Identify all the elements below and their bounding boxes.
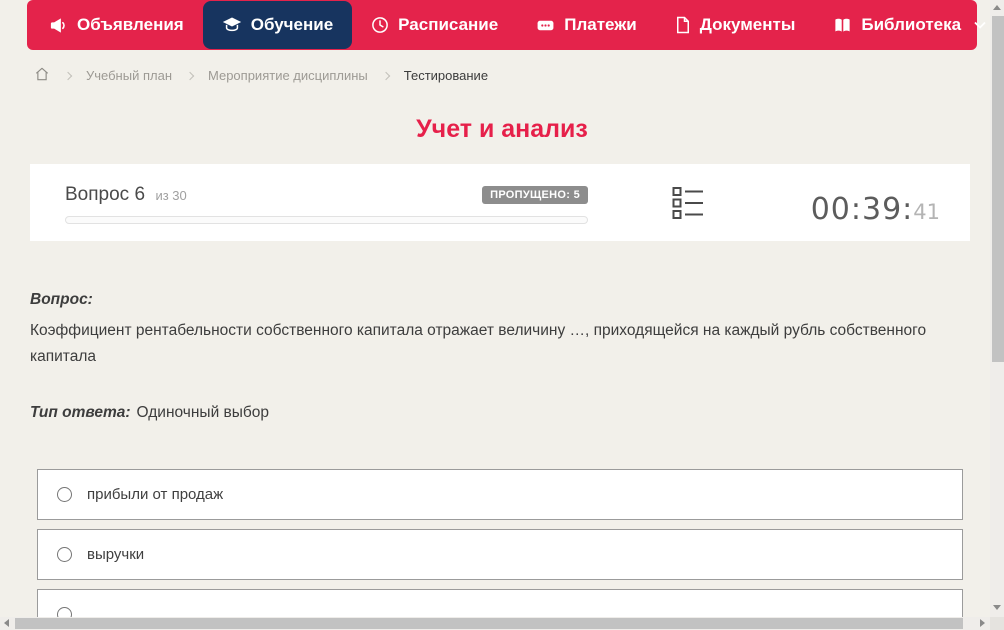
skipped-badge: ПРОПУЩЕНО: 5 (482, 186, 588, 204)
question-progress-block: Вопрос 6 из 30 ПРОПУЩЕНО: 5 (65, 184, 588, 224)
answer-option[interactable]: выручки (37, 529, 963, 580)
page-title: Учет и анализ (416, 115, 588, 143)
answer-type-value: Одиночный выбор (136, 404, 270, 421)
document-icon (675, 16, 691, 34)
megaphone-icon (49, 16, 68, 35)
nav-item-label: Объявления (77, 15, 184, 34)
nav-item-label: Библиотека (861, 15, 962, 34)
progress-bar (65, 216, 588, 224)
answer-type-row: Тип ответа: Одиночный выбор (30, 404, 974, 422)
graduation-cap-icon (222, 15, 242, 35)
timer-seconds: 41 (913, 200, 940, 224)
question-number: Вопрос 6 (65, 184, 146, 205)
question-text: Коэффициент рентабельности собственного … (30, 322, 927, 365)
question-counter: Вопрос 6 из 30 (65, 184, 187, 206)
chevron-right-icon (185, 71, 195, 80)
answer-option-label: прибыли от продаж (87, 486, 224, 503)
nav-item-label: Расписание (398, 15, 499, 34)
vertical-scrollbar[interactable] (990, 0, 1004, 617)
timer-hours-minutes: 00:39: (810, 192, 914, 227)
breadcrumb-item-testing: Тестирование (403, 68, 489, 83)
clock-icon (371, 16, 389, 34)
scroll-down-arrow-icon[interactable] (993, 605, 1001, 610)
scroll-up-arrow-icon[interactable] (993, 5, 1001, 10)
main-navbar: Объявления Обучение Расписание Платежи Д… (27, 0, 986, 50)
horizontal-scrollbar-thumb[interactable] (15, 618, 963, 629)
nav-item-announcements[interactable]: Объявления (30, 1, 203, 49)
scroll-left-arrow-icon[interactable] (4, 619, 9, 627)
book-icon (833, 16, 852, 35)
breadcrumb-item-curriculum[interactable]: Учебный план (86, 68, 172, 83)
nav-item-payments[interactable]: Платежи (517, 1, 656, 49)
breadcrumb: Учебный план Мероприятие дисциплины Тест… (34, 66, 1004, 85)
nav-item-learning[interactable]: Обучение (202, 1, 353, 49)
chevron-down-icon (974, 21, 986, 29)
radio-button[interactable] (57, 487, 72, 502)
chevron-right-icon (381, 71, 391, 80)
vertical-scrollbar-thumb[interactable] (992, 16, 1004, 362)
test-timer: 00:39: 41 (811, 192, 940, 227)
question-total: из 30 (155, 188, 187, 203)
nav-item-library[interactable]: Библиотека (814, 1, 1004, 49)
payment-icon (536, 16, 555, 35)
question-header-card: Вопрос 6 из 30 ПРОПУЩЕНО: 5 00:39: 41 (30, 164, 970, 241)
nav-item-label: Документы (699, 15, 796, 34)
answer-options: прибыли от продаж выручки (37, 469, 963, 630)
question-body: Вопрос: Коэффициент рентабельности собст… (30, 291, 974, 422)
question-label: Вопрос: (30, 291, 93, 308)
radio-button[interactable] (57, 547, 72, 562)
nav-item-documents[interactable]: Документы (656, 1, 815, 49)
home-icon[interactable] (34, 66, 50, 85)
answer-option-label: выручки (87, 546, 145, 563)
scrollbar-corner (990, 617, 1004, 630)
scroll-right-arrow-icon[interactable] (980, 619, 985, 627)
question-list-icon[interactable] (672, 186, 704, 225)
nav-item-label: Обучение (250, 15, 334, 34)
nav-item-schedule[interactable]: Расписание (352, 1, 517, 49)
horizontal-scrollbar[interactable] (0, 617, 990, 630)
answer-type-label: Тип ответа: (30, 404, 131, 421)
breadcrumb-item-discipline-event[interactable]: Мероприятие дисциплины (208, 68, 368, 83)
answer-option[interactable]: прибыли от продаж (37, 469, 963, 520)
chevron-right-icon (63, 71, 73, 80)
nav-item-label: Платежи (564, 15, 637, 34)
